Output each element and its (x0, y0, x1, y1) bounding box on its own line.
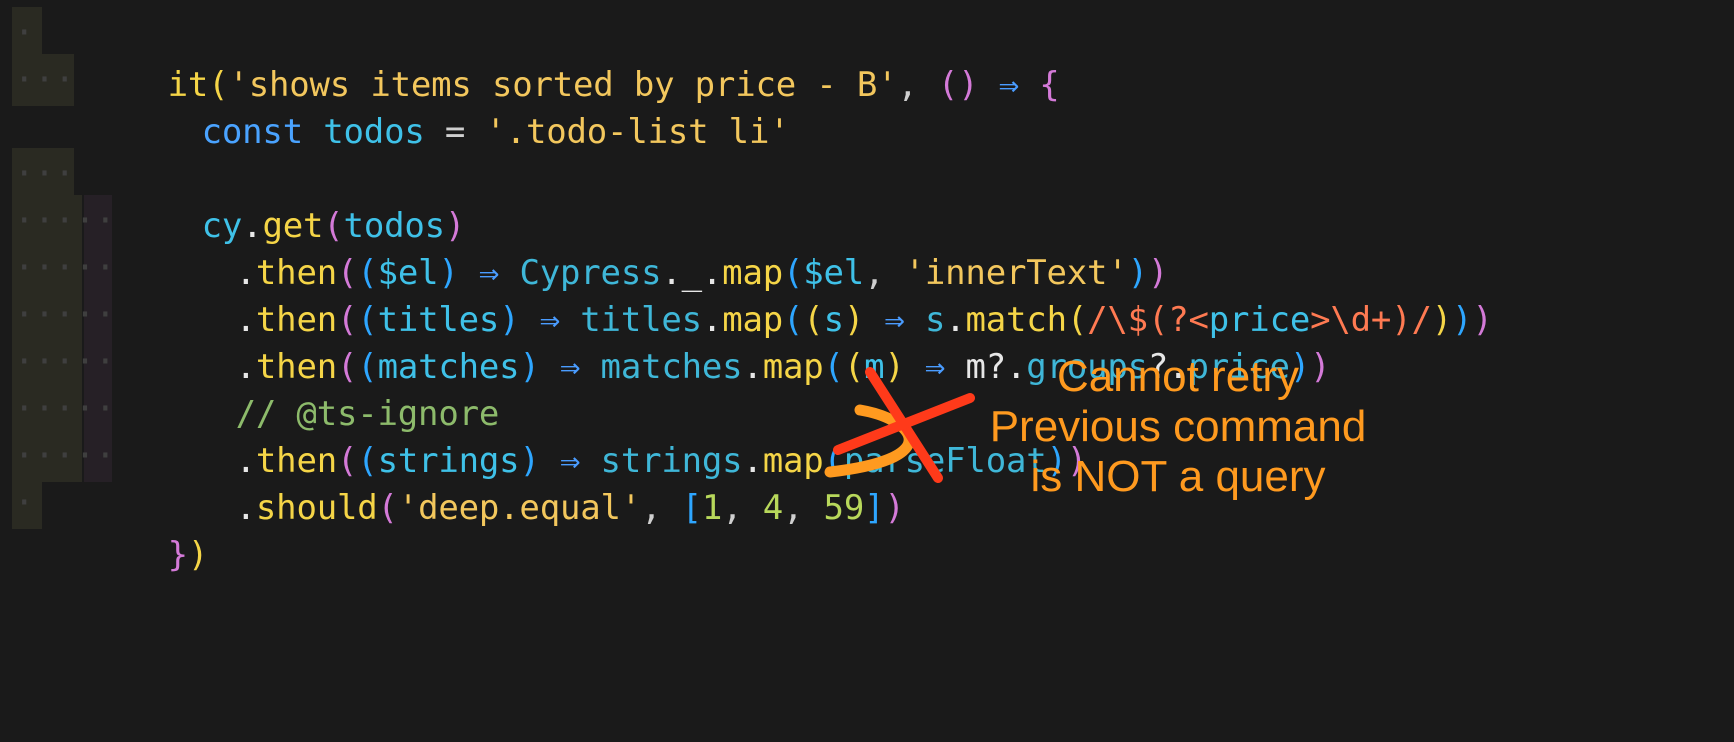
selector-string: '.todo-list li' (485, 112, 790, 152)
annotation-line-1: Cannot retry (1056, 352, 1300, 401)
whitespace-dots: ····· (14, 436, 116, 476)
whitespace-dots: ····· (14, 201, 116, 241)
whitespace-dots: ····· (14, 248, 116, 288)
code-line-10[interactable]: ····· .should('deep.equal', [1, 4, 59]) (0, 430, 905, 528)
whitespace-dots: · (14, 483, 35, 523)
code-line-1[interactable]: · it('shows items sorted by price - B', … (0, 7, 1060, 105)
whitespace-dots: ··· (14, 60, 75, 100)
code-line-6[interactable]: ····· .then((titles) ⇒ titles.map((s) ⇒ … (0, 242, 1493, 340)
code-editor[interactable]: · it('shows items sorted by price - B', … (0, 0, 1734, 584)
should-method: should (255, 488, 378, 528)
code-line-11[interactable]: · }) (0, 477, 208, 575)
cross-out-mark-icon (824, 367, 975, 483)
code-line-2[interactable]: ··· const todos = '.todo-list li' (0, 54, 790, 152)
whitespace-dots: ····· (14, 342, 116, 382)
whitespace-dots: ····· (14, 389, 116, 429)
code-line-4[interactable]: ··· cy.get(todos) (0, 148, 465, 246)
whitespace-dots: ··· (14, 154, 75, 194)
keyword-const: const (201, 112, 304, 152)
retry-annotation: Cannot retry Previous command is NOT a q… (968, 352, 1388, 502)
annotation-line-3: is NOT a query (1030, 452, 1326, 501)
annotation-line-2: Previous command (989, 402, 1367, 451)
code-line-8[interactable]: ····· // @ts-ignore (0, 336, 499, 434)
code-line-9[interactable]: ····· .then((strings) ⇒ strings.map(pars… (0, 383, 1087, 481)
variable-todos: todos (323, 112, 425, 152)
code-line-5[interactable]: ····· .then(($el) ⇒ Cypress._.map($el, '… (0, 195, 1168, 293)
whitespace-dots: ····· (14, 295, 116, 335)
whitespace-dots: · (14, 13, 35, 53)
code-line-7[interactable]: ····· .then((matches) ⇒ matches.map((m) … (0, 289, 1331, 387)
